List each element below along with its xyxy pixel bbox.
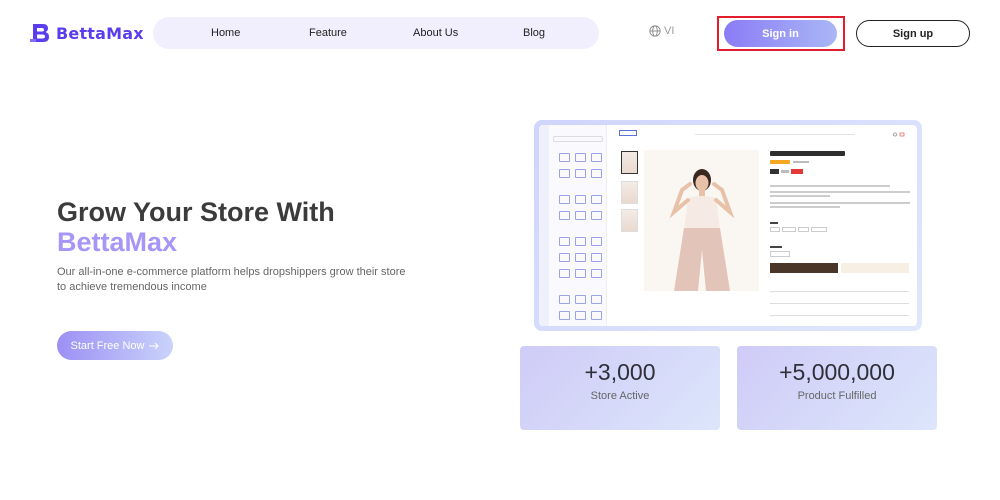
preview-buy-now	[770, 263, 838, 273]
preview-block	[591, 195, 602, 204]
preview-text-line	[770, 195, 830, 197]
preview-dropdown	[770, 315, 909, 317]
preview-store-logo	[619, 130, 637, 136]
stat-label: Store Active	[590, 390, 650, 402]
nav-item-feature[interactable]: Feature	[309, 27, 347, 39]
preview-block	[559, 211, 570, 220]
stat-value: +5,000,000	[779, 359, 895, 385]
sign-up-button[interactable]: Sign up	[856, 20, 970, 47]
preview-stars	[770, 160, 790, 164]
model-figure	[669, 169, 735, 291]
preview-title-bar	[770, 151, 845, 156]
logo[interactable]: BettaMax	[30, 22, 144, 44]
preview-block	[575, 295, 586, 304]
preview-block	[591, 253, 602, 262]
logo-text: BettaMax	[56, 23, 144, 43]
preview-text-line	[770, 185, 890, 187]
preview-search	[553, 136, 603, 142]
sign-in-button[interactable]: Sign in	[724, 20, 837, 47]
preview-block	[591, 153, 602, 162]
preview-discount-badge	[791, 169, 803, 174]
preview-block	[559, 269, 570, 278]
preview-block	[591, 311, 602, 320]
preview-block	[575, 169, 586, 178]
preview-block	[559, 195, 570, 204]
preview-block	[575, 311, 586, 320]
preview-block	[591, 269, 602, 278]
preview-block	[575, 195, 586, 204]
main-nav: Home Feature About Us Blog	[153, 17, 599, 49]
stat-card-products: +5,000,000 Product Fulfilled	[737, 346, 937, 430]
preview-rail	[539, 125, 549, 326]
product-builder-preview	[534, 120, 922, 331]
preview-text-line	[770, 206, 840, 208]
globe-icon	[649, 25, 661, 37]
preview-block	[559, 237, 570, 246]
preview-dropdown	[770, 291, 909, 293]
language-label: VI	[664, 25, 675, 37]
preview-qty-label	[770, 246, 782, 248]
preview-screen	[539, 125, 917, 326]
preview-sidebar	[539, 125, 607, 326]
preview-block	[575, 237, 586, 246]
preview-size-chip	[811, 227, 827, 232]
preview-thumb	[621, 151, 638, 174]
preview-add-to-cart	[841, 263, 909, 273]
preview-qty-stepper	[770, 251, 790, 257]
stat-card-stores: +3,000 Store Active	[520, 346, 720, 430]
nav-item-blog[interactable]: Blog	[523, 27, 545, 39]
nav-item-home[interactable]: Home	[211, 27, 240, 39]
preview-block	[559, 295, 570, 304]
preview-reviews	[793, 160, 809, 163]
preview-block	[575, 253, 586, 262]
language-switcher[interactable]: VI	[649, 25, 674, 37]
preview-product-image	[644, 150, 759, 291]
nav-item-about-us[interactable]: About Us	[413, 27, 458, 39]
start-free-button[interactable]: Start Free Now	[57, 331, 173, 360]
preview-block	[591, 295, 602, 304]
logo-mark-icon	[30, 22, 52, 44]
preview-block	[559, 169, 570, 178]
preview-block	[575, 153, 586, 162]
preview-block	[575, 211, 586, 220]
preview-block	[559, 153, 570, 162]
preview-cart-icon	[893, 132, 905, 137]
preview-menu-bar	[695, 134, 855, 136]
preview-block	[591, 169, 602, 178]
preview-block	[559, 253, 570, 262]
preview-old-price	[781, 170, 789, 173]
stat-label: Product Fulfilled	[797, 390, 877, 402]
preview-text-line	[770, 191, 910, 193]
hero-title: Grow Your Store With	[57, 197, 335, 227]
start-free-label: Start Free Now	[70, 339, 145, 352]
hero-subtitle: Our all-in-one e-commerce platform helps…	[57, 266, 406, 293]
arrow-right-icon	[149, 342, 160, 349]
preview-thumb	[621, 209, 638, 232]
preview-dropdown	[770, 303, 909, 305]
hero-brand: BettaMax	[57, 227, 178, 257]
preview-block	[575, 269, 586, 278]
preview-size-label	[770, 222, 778, 224]
preview-size-chip	[782, 227, 796, 232]
preview-block	[591, 237, 602, 246]
preview-text-line	[770, 202, 910, 204]
preview-thumb	[621, 181, 638, 204]
preview-size-chip	[798, 227, 809, 232]
preview-price	[770, 169, 779, 174]
stat-value: +3,000	[584, 359, 656, 385]
preview-block	[559, 311, 570, 320]
preview-size-chip	[770, 227, 780, 232]
preview-block	[591, 211, 602, 220]
